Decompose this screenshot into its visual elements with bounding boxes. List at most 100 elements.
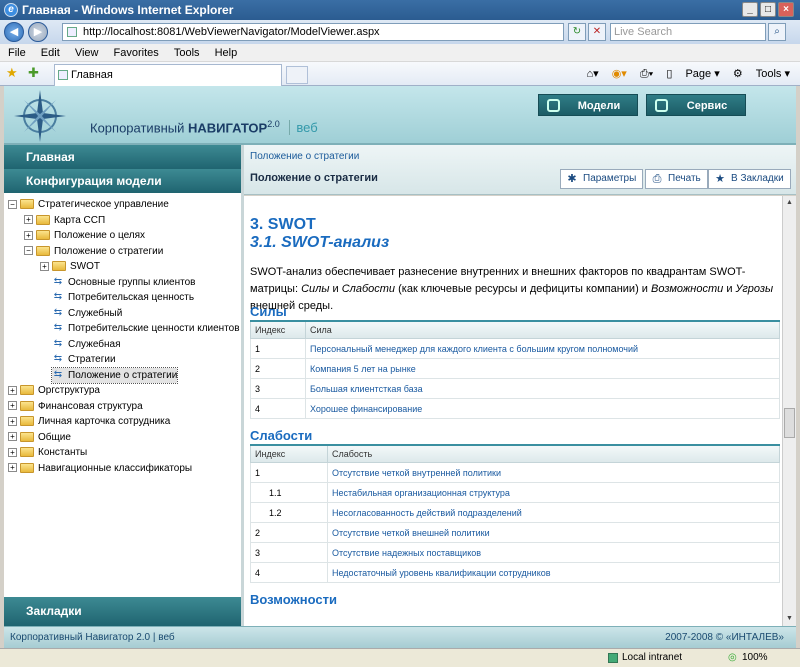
expand-toggle-icon[interactable]: + [8, 385, 17, 395]
url-field[interactable]: http://localhost:8081/WebViewerNavigator… [62, 23, 564, 41]
scroll-thumb[interactable] [784, 408, 795, 438]
folder-icon [20, 462, 34, 473]
row-link[interactable]: Отсутствие четкой внешней политики [327, 522, 780, 543]
models-button[interactable]: Модели [538, 94, 638, 116]
scroll-up-icon[interactable]: ▲ [784, 197, 795, 209]
tree-node[interactable]: − Стратегическое управление [8, 197, 169, 212]
content-area: 3. SWOT 3.1. SWOT-анализ SWOT-анализ обе… [244, 196, 782, 626]
search-icon[interactable]: ⌕ [768, 23, 786, 41]
tree-node[interactable]: ⇆ Потребительская ценность [52, 290, 194, 305]
row-link[interactable]: Большая клиентсткая база [305, 378, 780, 399]
tree-node[interactable]: + SWOT [40, 259, 100, 274]
expand-toggle-icon[interactable]: − [8, 199, 17, 209]
refresh-button[interactable]: ↻ [568, 23, 586, 41]
strengths-table: Индекс Сила 1 Персональный менеджер для ка… [250, 320, 780, 419]
tree-node[interactable]: + Карта ССП [24, 213, 105, 228]
menu-help[interactable]: Help [215, 47, 238, 59]
params-button[interactable]: ✱ Параметры [560, 169, 644, 189]
home-panel-header[interactable]: Главная [4, 145, 241, 169]
home-icon[interactable]: ⌂▾ [586, 68, 598, 80]
expand-toggle-icon[interactable]: + [24, 230, 33, 240]
print-icon[interactable]: ⎙▾ [640, 68, 653, 80]
back-button[interactable]: ◀ [4, 22, 24, 42]
expand-toggle-icon[interactable]: + [40, 261, 49, 271]
close-button[interactable]: × [778, 2, 794, 17]
row-index: 2 [250, 358, 306, 379]
expand-toggle-icon[interactable]: + [8, 463, 17, 473]
tree-node[interactable]: + Навигационные классификаторы [8, 461, 192, 476]
ie-logo-icon: e [4, 3, 18, 17]
tree-node[interactable]: ⇆ Служебный [52, 306, 123, 321]
zoom-level[interactable]: 100% [742, 649, 768, 667]
tree-node-label: Потребительские ценности клиентов [68, 323, 240, 334]
printer-icon: ⎙ [652, 173, 662, 185]
tree-node[interactable]: ⇆ Положение о стратегии [50, 366, 179, 384]
menu-view[interactable]: View [75, 47, 99, 59]
config-panel-header[interactable]: Конфигурация модели [4, 169, 241, 193]
expand-toggle-icon[interactable]: + [8, 416, 17, 426]
tree-node-label: Константы [38, 447, 88, 458]
forward-button[interactable]: ▶ [28, 22, 48, 42]
row-link[interactable]: Персональный менеджер для каждого клиент… [305, 338, 780, 359]
add-favorites-icon[interactable]: ✚ [28, 65, 39, 81]
browser-tab[interactable]: Главная [54, 64, 282, 86]
tree-node[interactable]: + Личная карточка сотрудника [8, 414, 170, 429]
tree-node[interactable]: + Оргструктура [8, 383, 100, 398]
stop-button[interactable]: ✕ [588, 23, 606, 41]
row-index: 3 [250, 378, 306, 399]
expand-toggle-icon[interactable]: − [24, 246, 33, 256]
print-button[interactable]: ⎙ Печать [645, 169, 708, 189]
row-link[interactable]: Отсутствие четкой внутренней политики [327, 462, 780, 483]
menu-edit[interactable]: Edit [41, 47, 60, 59]
table-row: 3 Отсутствие надежных поставщиков [250, 542, 780, 563]
tools-menu[interactable]: ⚙ Tools ▾ [733, 68, 790, 80]
expand-toggle-icon[interactable]: + [8, 447, 17, 457]
tree-node-label: Стратегическое управление [38, 199, 169, 210]
document-icon: ⇆ [53, 306, 63, 318]
content-scrollbar[interactable]: ▲ ▼ [782, 196, 796, 626]
tree-node[interactable]: ⇆ Потребительские ценности клиентов [52, 321, 240, 336]
new-tab-button[interactable] [286, 66, 308, 84]
address-bar: ◀ ▶ http://localhost:8081/WebViewerNavig… [0, 20, 800, 44]
minimize-button[interactable]: _ [742, 2, 758, 17]
search-input[interactable]: Live Search [610, 23, 766, 41]
menu-favorites[interactable]: Favorites [114, 47, 159, 59]
expand-toggle-icon[interactable]: + [24, 215, 33, 225]
menu-tools[interactable]: Tools [174, 47, 200, 59]
tree-node-label: Положение о стратегии [68, 369, 178, 381]
tree-node-label: Общие [38, 431, 71, 443]
page-menu[interactable]: ▯ Page ▾ [666, 68, 719, 80]
expand-toggle-icon[interactable]: + [8, 401, 17, 411]
tree-node[interactable]: ⇆ Стратегии [52, 352, 116, 367]
tree-node[interactable]: ⇆ Служебная [52, 337, 121, 352]
row-link[interactable]: Недостаточный уровень квалификации сотру… [327, 562, 780, 583]
tree-node[interactable]: + Положение о целях [24, 228, 145, 243]
tree-node[interactable]: + Константы [8, 445, 87, 460]
tree-node[interactable]: + Финансовая структура [8, 399, 143, 414]
menu-bar: File Edit View Favorites Tools Help [0, 44, 800, 62]
bookmarks-panel-header[interactable]: Закладки [4, 597, 241, 626]
tree-node[interactable]: ⇆ Основные группы клиентов [52, 275, 196, 290]
scroll-down-icon[interactable]: ▼ [784, 613, 795, 625]
folder-icon [52, 261, 66, 272]
bookmark-button[interactable]: ★ В Закладки [708, 169, 791, 189]
models-label: Модели [577, 100, 621, 112]
feeds-icon[interactable]: ◉▾ [612, 68, 627, 80]
intro-part: (как ключевые ресурсы и дефициты компани… [395, 283, 651, 295]
row-link[interactable]: Несогласованность действий подразделений [327, 502, 780, 523]
tab-page-icon [58, 70, 68, 80]
row-link[interactable]: Отсутствие надежных поставщиков [327, 542, 780, 563]
tree-node-label: Основные группы клиентов [68, 276, 196, 288]
tree-node[interactable]: + Общие [8, 430, 71, 445]
expand-toggle-icon[interactable]: + [8, 432, 17, 442]
breadcrumb[interactable]: Положение о стратегии [250, 151, 359, 162]
service-button[interactable]: Сервис [646, 94, 746, 116]
row-link[interactable]: Хорошее финансирование [305, 398, 780, 419]
gear-icon [655, 99, 668, 112]
favorites-star-icon[interactable]: ★ [6, 65, 18, 81]
tree-node[interactable]: − Положение о стратегии [24, 244, 163, 259]
row-link[interactable]: Нестабильная организационная структура [327, 482, 780, 503]
maximize-button[interactable]: □ [760, 2, 776, 17]
row-link[interactable]: Компания 5 лет на рынке [305, 358, 780, 379]
menu-file[interactable]: File [8, 47, 26, 59]
